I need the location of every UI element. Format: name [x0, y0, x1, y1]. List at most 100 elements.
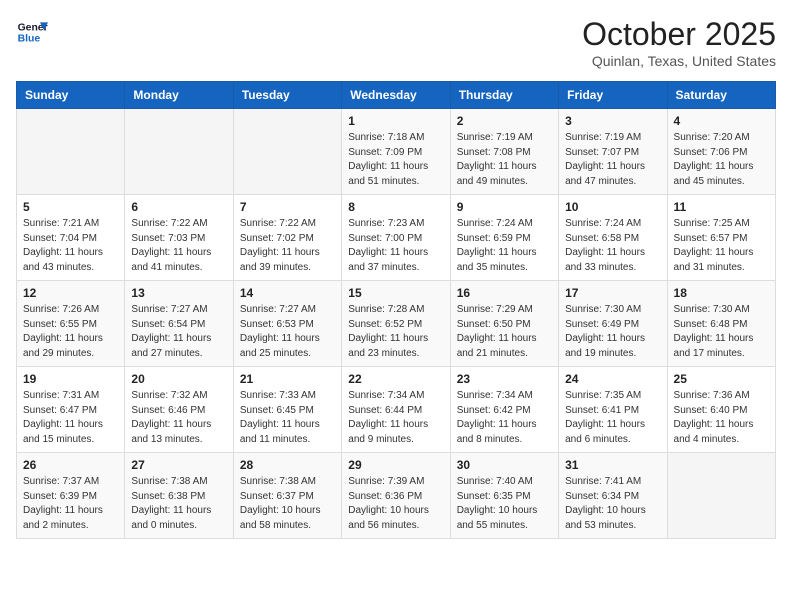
- calendar-cell: [233, 109, 341, 195]
- calendar-cell: 27 Sunrise: 7:38 AMSunset: 6:38 PMDayligh…: [125, 453, 233, 539]
- weekday-header-thursday: Thursday: [450, 82, 558, 109]
- day-number: 1: [348, 114, 443, 128]
- day-number: 25: [674, 372, 769, 386]
- day-number: 14: [240, 286, 335, 300]
- calendar-cell: [667, 453, 775, 539]
- day-info: Sunrise: 7:39 AMSunset: 6:36 PMDaylight:…: [348, 475, 443, 533]
- day-number: 26: [23, 458, 118, 472]
- calendar-cell: 30 Sunrise: 7:40 AMSunset: 6:35 PMDayligh…: [450, 453, 558, 539]
- calendar-cell: 22Sunrise: 7:34 AMSunset: 6:44 PMDayligh…: [342, 367, 450, 453]
- day-info: Sunrise: 7:30 AMSunset: 6:48 PMDaylight:…: [674, 303, 769, 361]
- day-info: Sunrise: 7:40 AMSunset: 6:35 PMDaylight:…: [457, 475, 552, 533]
- day-info: Sunrise: 7:41 AMSunset: 6:34 PMDaylight:…: [565, 475, 660, 533]
- day-number: 31: [565, 458, 660, 472]
- day-number: 17: [565, 286, 660, 300]
- week-row-5: 26 Sunrise: 7:37 AMSunset: 6:39 PMDayligh…: [17, 453, 776, 539]
- calendar-cell: 8 Sunrise: 7:23 AMSunset: 7:00 PMDaylight…: [342, 195, 450, 281]
- day-info: Sunrise: 7:38 AMSunset: 6:38 PMDaylight:…: [131, 475, 226, 533]
- calendar-cell: 12 Sunrise: 7:26 AMSunset: 6:55 PMDayligh…: [17, 281, 125, 367]
- location: Quinlan, Texas, United States: [582, 53, 776, 69]
- day-info: Sunrise: 7:23 AMSunset: 7:00 PMDaylight:…: [348, 217, 443, 275]
- day-number: 5: [23, 200, 118, 214]
- week-row-4: 19 Sunrise: 7:31 AMSunset: 6:47 PMDayligh…: [17, 367, 776, 453]
- calendar-cell: 5 Sunrise: 7:21 AMSunset: 7:04 PMDaylight…: [17, 195, 125, 281]
- calendar-cell: [17, 109, 125, 195]
- page-header: General Blue October 2025 Quinlan, Texas…: [16, 16, 776, 69]
- calendar-cell: 2Sunrise: 7:19 AMSunset: 7:08 PMDaylight…: [450, 109, 558, 195]
- day-info: Sunrise: 7:26 AMSunset: 6:55 PMDaylight:…: [23, 303, 118, 361]
- calendar-cell: 29 Sunrise: 7:39 AMSunset: 6:36 PMDayligh…: [342, 453, 450, 539]
- day-number: 24: [565, 372, 660, 386]
- day-info: Sunrise: 7:30 AMSunset: 6:49 PMDaylight:…: [565, 303, 660, 361]
- day-info: Sunrise: 7:19 AMSunset: 7:07 PMDaylight:…: [565, 131, 660, 189]
- day-number: 15: [348, 286, 443, 300]
- weekday-header-saturday: Saturday: [667, 82, 775, 109]
- day-number: 10: [565, 200, 660, 214]
- day-number: 8: [348, 200, 443, 214]
- day-info: Sunrise: 7:32 AMSunset: 6:46 PMDaylight:…: [131, 389, 226, 447]
- day-info: Sunrise: 7:31 AMSunset: 6:47 PMDaylight:…: [23, 389, 118, 447]
- day-info: Sunrise: 7:25 AMSunset: 6:57 PMDaylight:…: [674, 217, 769, 275]
- calendar-cell: 10 Sunrise: 7:24 AMSunset: 6:58 PMDayligh…: [559, 195, 667, 281]
- calendar-cell: 18 Sunrise: 7:30 AMSunset: 6:48 PMDayligh…: [667, 281, 775, 367]
- day-info: Sunrise: 7:37 AMSunset: 6:39 PMDaylight:…: [23, 475, 118, 533]
- day-number: 6: [131, 200, 226, 214]
- day-number: 4: [674, 114, 769, 128]
- day-number: 27: [131, 458, 226, 472]
- day-info: Sunrise: 7:33 AMSunset: 6:45 PMDaylight:…: [240, 389, 335, 447]
- day-number: 16: [457, 286, 552, 300]
- day-info: Sunrise: 7:24 AMSunset: 6:59 PMDaylight:…: [457, 217, 552, 275]
- day-number: 7: [240, 200, 335, 214]
- day-number: 2: [457, 114, 552, 128]
- calendar-cell: 7 Sunrise: 7:22 AMSunset: 7:02 PMDaylight…: [233, 195, 341, 281]
- calendar-cell: 24Sunrise: 7:35 AMSunset: 6:41 PMDayligh…: [559, 367, 667, 453]
- title-block: October 2025 Quinlan, Texas, United Stat…: [582, 16, 776, 69]
- calendar-cell: 16Sunrise: 7:29 AMSunset: 6:50 PMDayligh…: [450, 281, 558, 367]
- logo: General Blue: [16, 16, 48, 48]
- calendar-cell: 17 Sunrise: 7:30 AMSunset: 6:49 PMDayligh…: [559, 281, 667, 367]
- day-info: Sunrise: 7:18 AMSunset: 7:09 PMDaylight:…: [348, 131, 443, 189]
- day-info: Sunrise: 7:22 AMSunset: 7:02 PMDaylight:…: [240, 217, 335, 275]
- weekday-header-friday: Friday: [559, 82, 667, 109]
- day-number: 21: [240, 372, 335, 386]
- calendar-cell: 26 Sunrise: 7:37 AMSunset: 6:39 PMDayligh…: [17, 453, 125, 539]
- day-number: 30: [457, 458, 552, 472]
- calendar-cell: [125, 109, 233, 195]
- day-info: Sunrise: 7:22 AMSunset: 7:03 PMDaylight:…: [131, 217, 226, 275]
- day-info: Sunrise: 7:36 AMSunset: 6:40 PMDaylight:…: [674, 389, 769, 447]
- day-number: 19: [23, 372, 118, 386]
- calendar-cell: 23 Sunrise: 7:34 AMSunset: 6:42 PMDayligh…: [450, 367, 558, 453]
- day-number: 18: [674, 286, 769, 300]
- calendar-cell: 15Sunrise: 7:28 AMSunset: 6:52 PMDayligh…: [342, 281, 450, 367]
- calendar-cell: 28Sunrise: 7:38 AMSunset: 6:37 PMDayligh…: [233, 453, 341, 539]
- day-number: 23: [457, 372, 552, 386]
- calendar-cell: 4 Sunrise: 7:20 AMSunset: 7:06 PMDaylight…: [667, 109, 775, 195]
- week-row-2: 5 Sunrise: 7:21 AMSunset: 7:04 PMDaylight…: [17, 195, 776, 281]
- day-info: Sunrise: 7:34 AMSunset: 6:42 PMDaylight:…: [457, 389, 552, 447]
- day-number: 20: [131, 372, 226, 386]
- calendar-cell: 1 Sunrise: 7:18 AMSunset: 7:09 PMDaylight…: [342, 109, 450, 195]
- day-info: Sunrise: 7:38 AMSunset: 6:37 PMDaylight:…: [240, 475, 335, 533]
- day-info: Sunrise: 7:27 AMSunset: 6:54 PMDaylight:…: [131, 303, 226, 361]
- day-info: Sunrise: 7:20 AMSunset: 7:06 PMDaylight:…: [674, 131, 769, 189]
- calendar-cell: 31 Sunrise: 7:41 AMSunset: 6:34 PMDayligh…: [559, 453, 667, 539]
- calendar-cell: 13Sunrise: 7:27 AMSunset: 6:54 PMDayligh…: [125, 281, 233, 367]
- day-info: Sunrise: 7:21 AMSunset: 7:04 PMDaylight:…: [23, 217, 118, 275]
- calendar-cell: 3Sunrise: 7:19 AMSunset: 7:07 PMDaylight…: [559, 109, 667, 195]
- weekday-header-monday: Monday: [125, 82, 233, 109]
- svg-text:Blue: Blue: [18, 34, 41, 45]
- day-number: 12: [23, 286, 118, 300]
- day-info: Sunrise: 7:24 AMSunset: 6:58 PMDaylight:…: [565, 217, 660, 275]
- calendar-cell: 25 Sunrise: 7:36 AMSunset: 6:40 PMDayligh…: [667, 367, 775, 453]
- day-number: 29: [348, 458, 443, 472]
- day-info: Sunrise: 7:27 AMSunset: 6:53 PMDaylight:…: [240, 303, 335, 361]
- calendar-cell: 6 Sunrise: 7:22 AMSunset: 7:03 PMDaylight…: [125, 195, 233, 281]
- weekday-header-sunday: Sunday: [17, 82, 125, 109]
- week-row-3: 12 Sunrise: 7:26 AMSunset: 6:55 PMDayligh…: [17, 281, 776, 367]
- calendar-table: SundayMondayTuesdayWednesdayThursdayFrid…: [16, 81, 776, 539]
- calendar-cell: 14 Sunrise: 7:27 AMSunset: 6:53 PMDayligh…: [233, 281, 341, 367]
- day-number: 22: [348, 372, 443, 386]
- day-number: 9: [457, 200, 552, 214]
- weekday-header-wednesday: Wednesday: [342, 82, 450, 109]
- weekday-header-row: SundayMondayTuesdayWednesdayThursdayFrid…: [17, 82, 776, 109]
